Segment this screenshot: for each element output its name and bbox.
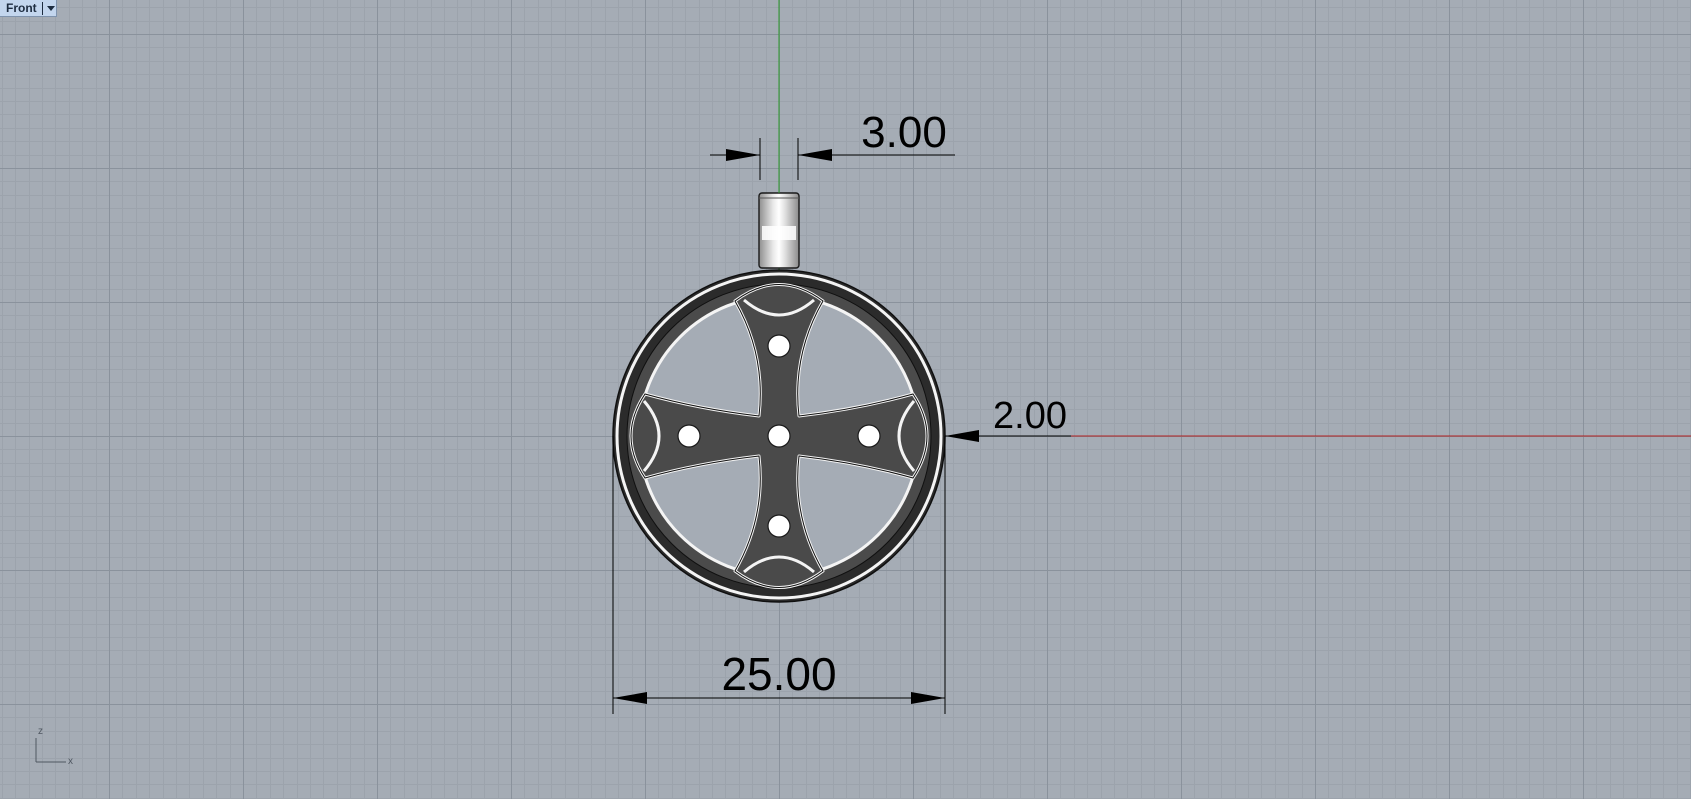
axis-widget-z-label: z — [38, 726, 43, 737]
axis-widget-x-label: x — [68, 756, 73, 767]
viewport-title-tab[interactable]: Front — [0, 0, 57, 17]
dimension-diameter-text: 25.00 — [721, 648, 836, 700]
pendant-model[interactable] — [612, 192, 946, 603]
axis-widget: z x — [35, 726, 73, 767]
viewport-tab-separator — [41, 1, 43, 15]
viewport-title: Front — [6, 1, 37, 15]
front-viewport[interactable]: 3.00 2.00 25.00 z x Front — [0, 0, 1691, 799]
dimension-ring-width-text: 2.00 — [993, 395, 1067, 437]
dimension-ring-width[interactable]: 2.00 — [945, 395, 1071, 442]
pendant-loop[interactable] — [758, 192, 800, 269]
dimension-loop-width-text: 3.00 — [861, 108, 947, 157]
dimension-loop-width[interactable]: 3.00 — [710, 108, 955, 180]
viewport-canvas[interactable]: 3.00 2.00 25.00 z x — [0, 0, 1691, 799]
chevron-down-icon[interactable] — [46, 0, 56, 17]
